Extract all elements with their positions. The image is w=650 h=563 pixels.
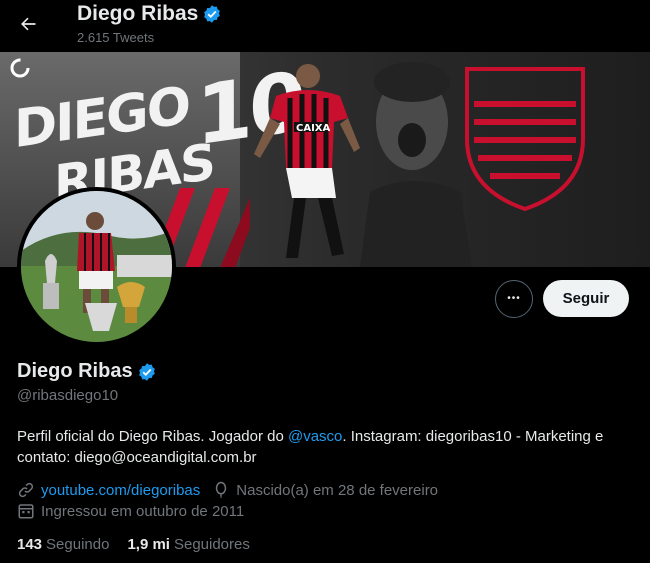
profile-bio: Perfil oficial do Diego Ribas. Jogador d… <box>17 426 637 468</box>
c-logo-icon <box>10 58 30 78</box>
flamengo-crest-graphic <box>465 67 585 212</box>
followers-link[interactable]: 1,9 mi Seguidores <box>127 536 249 553</box>
arrow-left-icon <box>21 17 36 31</box>
tweet-count: 2.615 Tweets <box>77 30 155 45</box>
link-icon <box>17 481 35 499</box>
follow-button-label: Seguir <box>562 290 610 307</box>
profile-birthday: Nascido(a) em 28 de fevereiro <box>236 481 439 499</box>
shirt-sponsor-text: CAIXA <box>296 123 331 134</box>
verified-badge-icon <box>204 5 221 23</box>
avatar-photo <box>21 191 172 342</box>
profile-stats: 143 Seguindo 1,9 mi Seguidores <box>17 536 250 553</box>
following-count: 143 <box>17 536 43 553</box>
header-title: Diego Ribas <box>77 2 222 26</box>
profile-website-link[interactable]: youtube.com/diegoribas <box>41 482 200 499</box>
balloon-icon <box>212 481 230 499</box>
more-options-button[interactable]: ••• <box>495 280 533 318</box>
profile-meta-row: youtube.com/diegoribas Nascido(a) em 28 … <box>17 481 438 499</box>
profile-avatar[interactable] <box>17 187 176 346</box>
follow-button[interactable]: Seguir <box>543 280 629 317</box>
bio-text-start: Perfil oficial do Diego Ribas. Jogador d… <box>17 428 288 445</box>
profile-name-text: Diego Ribas <box>17 360 133 382</box>
banner-player-face <box>360 62 472 267</box>
header-name: Diego Ribas <box>77 2 199 25</box>
followers-count: 1,9 mi <box>127 536 170 553</box>
back-button[interactable] <box>10 6 46 42</box>
following-label: Seguindo <box>46 536 110 553</box>
followers-label: Seguidores <box>173 536 250 553</box>
verified-badge-icon <box>138 362 155 381</box>
banner-player-figure <box>254 64 360 258</box>
profile-name: Diego Ribas <box>17 360 157 383</box>
bio-mention-link[interactable]: @vasco <box>288 428 342 445</box>
following-link[interactable]: 143 Seguindo <box>17 536 109 553</box>
top-bar: Diego Ribas 2.615 Tweets <box>0 0 650 52</box>
calendar-icon <box>17 502 35 520</box>
profile-joined-date: Ingressou em outubro de 2011 <box>41 502 245 520</box>
profile-joined-row: Ingressou em outubro de 2011 <box>17 502 244 520</box>
more-dots-icon: ••• <box>507 293 521 304</box>
profile-handle: @ribasdiego10 <box>17 387 119 404</box>
